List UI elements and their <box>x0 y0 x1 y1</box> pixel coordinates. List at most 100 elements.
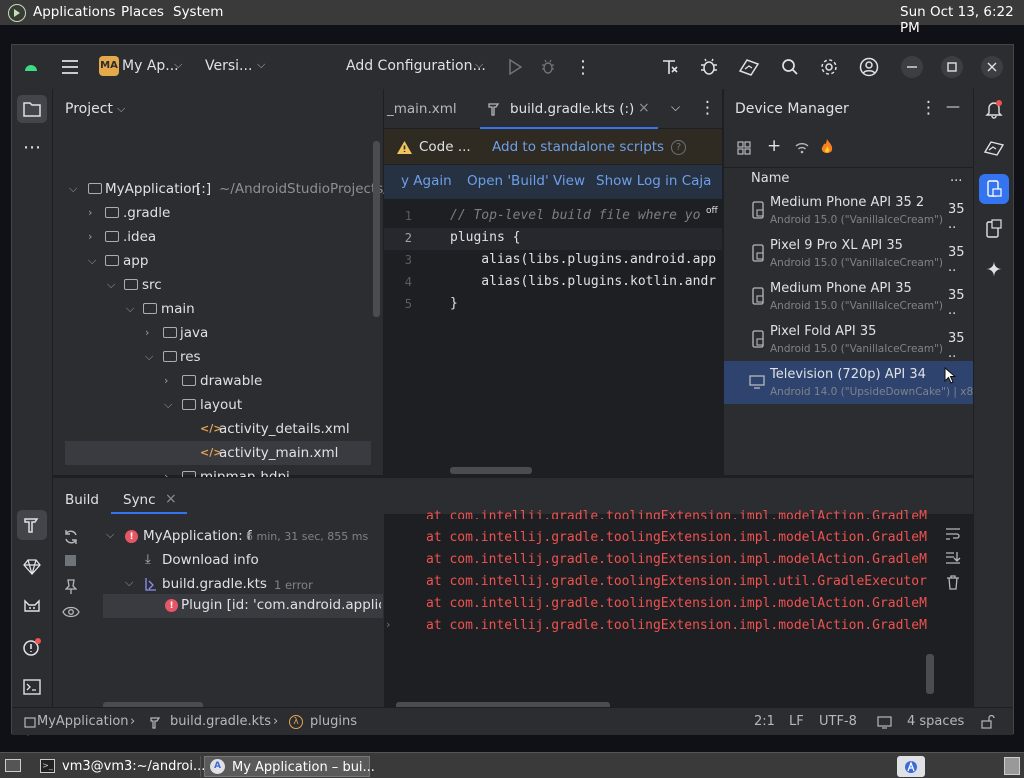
caret-position[interactable]: 2:1 <box>754 714 775 729</box>
tree-row-activity-details[interactable]: </> activity_details.xml <box>53 417 371 441</box>
device-manager-tool-icon[interactable] <box>979 174 1009 204</box>
console-line[interactable]: at com.intellij.gradle.toolingExtension.… <box>426 552 936 567</box>
add-device-icon[interactable]: + <box>767 136 781 156</box>
device-row[interactable]: Medium Phone API 35 Android 15.0 ("Vanil… <box>724 275 973 318</box>
chevron-down-icon[interactable]: ⌵ <box>671 100 680 115</box>
console-vertical-scrollbar[interactable] <box>926 654 934 694</box>
tree-row-activity-main[interactable]: </> activity_main.xml <box>65 441 371 465</box>
column-header-name[interactable]: Name <box>751 171 789 186</box>
breadcrumb-block[interactable]: plugins <box>310 714 357 729</box>
build-file-item[interactable]: build.gradle.kts <box>162 576 267 592</box>
sync-root-label[interactable]: MyApplication: f <box>143 528 252 544</box>
device-row-selected[interactable]: Television (720p) API 34 Android 14.0 ("… <box>724 361 973 404</box>
code-line-comment[interactable]: // Top-level build file where yo <box>450 208 712 223</box>
tree-row-app[interactable]: ⌵ app <box>53 249 371 273</box>
project-selector[interactable]: My Ap... <box>122 58 179 74</box>
close-tab-icon[interactable]: × <box>165 491 177 507</box>
tray-android-studio-icon[interactable] <box>897 756 925 777</box>
tree-row-gradle[interactable]: › .gradle <box>53 201 371 225</box>
debug-icon[interactable] <box>538 57 558 77</box>
close-tab-icon[interactable]: × <box>638 100 650 116</box>
console-line-partial[interactable]: at com.intellij.gradle.toolingExtension.… <box>426 509 936 519</box>
account-icon[interactable] <box>858 56 880 78</box>
places-menu[interactable]: Places <box>121 4 164 20</box>
hamburger-menu-icon[interactable] <box>60 57 80 77</box>
problems-icon[interactable] <box>17 633 47 661</box>
build-tool-icon[interactable] <box>17 510 47 540</box>
tree-row-drawable[interactable]: › drawable <box>53 369 371 393</box>
minimize-window-icon[interactable] <box>901 56 923 78</box>
download-info-item[interactable]: Download info <box>162 552 259 568</box>
breadcrumb-project[interactable]: MyApplication <box>37 714 129 729</box>
maximize-window-icon[interactable] <box>941 56 963 78</box>
tab-build-gradle[interactable]: build.gradle.kts (:) × <box>480 89 658 129</box>
more-vertical-icon[interactable]: ⋮ <box>573 57 593 78</box>
tree-row-src[interactable]: ⌵ src <box>53 273 371 297</box>
more-vertical-icon[interactable]: ⋮ <box>920 98 937 118</box>
taskbar-android-studio[interactable]: A My Application – bui... <box>204 756 375 777</box>
show-log-link[interactable]: Show Log in Caja <box>596 173 711 189</box>
applications-menu[interactable]: Applications <box>33 4 115 20</box>
tree-row-idea[interactable]: › .idea <box>53 225 371 249</box>
column-header-more[interactable]: ... <box>950 170 962 185</box>
file-encoding[interactable]: UTF-8 <box>819 714 857 729</box>
tab-sync[interactable]: Sync × <box>111 484 187 514</box>
project-vertical-scrollbar[interactable] <box>373 141 380 317</box>
more-tools-icon[interactable]: ⋯ <box>17 133 47 161</box>
breadcrumb-file[interactable]: build.gradle.kts <box>170 714 271 729</box>
open-build-view-link[interactable]: Open 'Build' View <box>467 173 585 189</box>
inspection-icon[interactable] <box>876 715 892 729</box>
error-item-row[interactable]: ! Plugin [id: 'com.android.applicati <box>103 594 383 618</box>
gnome-foot-icon[interactable] <box>8 4 26 22</box>
logcat-icon[interactable] <box>17 593 47 621</box>
console-line[interactable]: at com.intellij.gradle.toolingExtension.… <box>426 596 936 611</box>
wifi-pairing-icon[interactable] <box>794 140 810 156</box>
help-icon[interactable]: ? <box>671 140 686 155</box>
notifications-icon[interactable] <box>982 97 1006 121</box>
gemini-icon[interactable] <box>982 257 1006 281</box>
settings-gear-icon[interactable] <box>818 56 840 78</box>
device-row[interactable]: Medium Phone API 35 2 Android 15.0 ("Van… <box>724 189 973 232</box>
code-line-alias-kotlin[interactable]: alias(libs.plugins.kotlin.andr <box>450 274 722 289</box>
indent-setting[interactable]: 4 spaces <box>907 714 964 729</box>
tree-row-res[interactable]: ⌵ res <box>53 345 371 369</box>
sync-gradle-icon[interactable] <box>659 56 681 78</box>
show-desktop-icon[interactable] <box>5 759 21 772</box>
running-devices-icon[interactable] <box>982 136 1006 160</box>
tab-build[interactable]: Build <box>65 492 99 508</box>
eye-icon[interactable] <box>61 603 81 621</box>
scroll-to-end-icon[interactable] <box>944 550 962 566</box>
soft-wrap-icon[interactable] <box>944 526 962 542</box>
code-line-alias-android[interactable]: alias(libs.plugins.android.app <box>450 252 722 267</box>
tree-row-main[interactable]: ⌵ main <box>53 297 371 321</box>
clock[interactable]: Sun Oct 13, 6:22 PM <box>900 4 1024 36</box>
pin-icon[interactable] <box>61 578 81 596</box>
workspace-switcher[interactable] <box>1004 757 1020 775</box>
tab-main-xml[interactable]: _main.xml <box>387 101 457 117</box>
system-menu[interactable]: System <box>173 4 223 20</box>
search-icon[interactable] <box>779 56 801 78</box>
trash-icon[interactable] <box>944 574 962 590</box>
console-line[interactable]: at com.intellij.gradle.toolingExtension.… <box>426 574 936 589</box>
taskbar-terminal[interactable]: >_ vm3@vm3:~/androi... <box>36 756 205 777</box>
terminal-icon[interactable] <box>17 673 47 701</box>
device-row[interactable]: Pixel Fold API 35 Android 15.0 ("Vanilla… <box>724 318 973 361</box>
editor-horizontal-scrollbar[interactable] <box>450 467 532 474</box>
code-line-plugins[interactable]: plugins { <box>450 230 520 245</box>
tree-row-layout[interactable]: ⌵ layout <box>53 393 371 417</box>
rerun-sync-icon[interactable] <box>61 528 81 546</box>
console-line[interactable]: at com.intellij.gradle.toolingExtension.… <box>426 618 936 633</box>
project-panel-title[interactable]: Project <box>65 101 113 117</box>
code-line-close-brace[interactable]: } <box>450 296 458 311</box>
run-config-selector[interactable]: Add Configuration... <box>346 58 486 74</box>
app-inspection-icon[interactable] <box>698 56 720 78</box>
device-group-icon[interactable] <box>736 140 752 156</box>
tree-row-myapplication[interactable]: ⌵ MyApplication [:] ~/AndroidStudioProje… <box>53 177 399 201</box>
device-explorer-icon[interactable] <box>982 217 1006 241</box>
device-row[interactable]: Pixel 9 Pro XL API 35 Android 15.0 ("Van… <box>724 232 973 275</box>
try-again-link[interactable]: y Again <box>401 173 452 189</box>
line-separator[interactable]: LF <box>789 714 804 729</box>
unlock-icon[interactable] <box>981 715 995 729</box>
firebase-icon[interactable] <box>819 138 835 156</box>
more-vertical-icon[interactable]: ⋮ <box>699 98 716 118</box>
